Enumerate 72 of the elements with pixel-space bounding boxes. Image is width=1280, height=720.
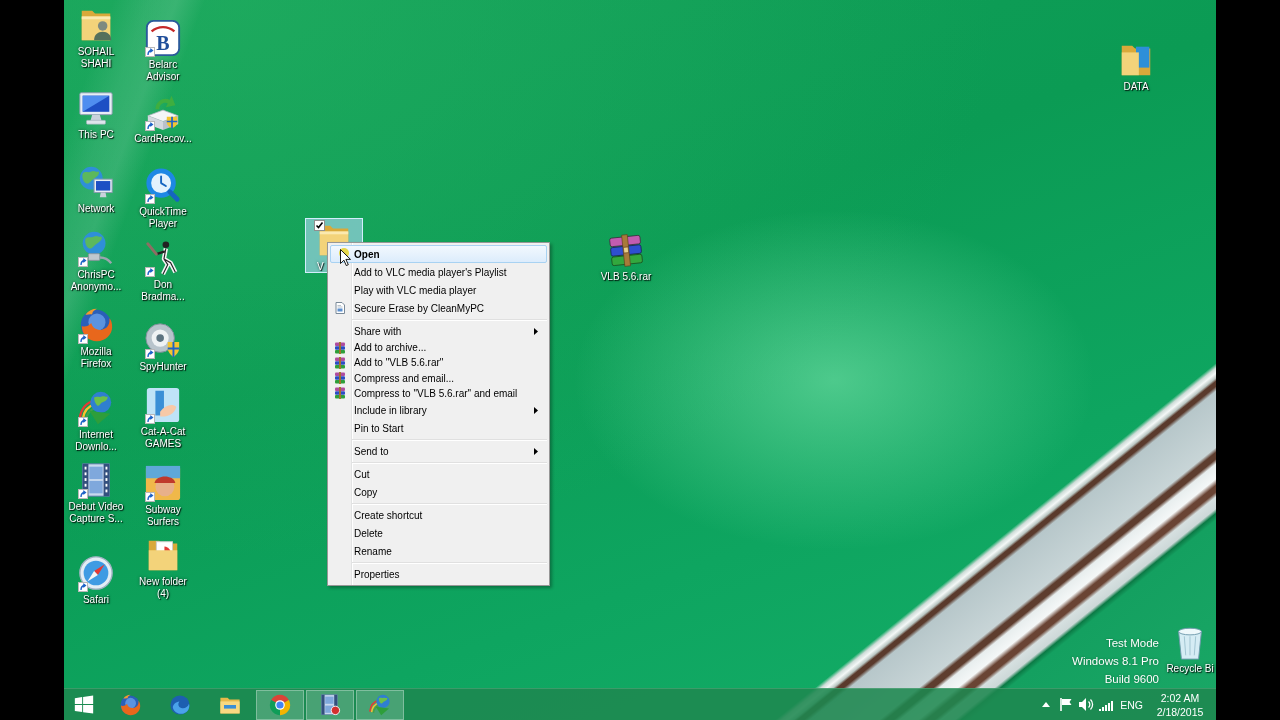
menu-item[interactable]: Rename <box>330 542 547 560</box>
icon-label: CardRecov... <box>134 133 192 145</box>
monitor-icon[interactable] <box>77 89 115 127</box>
icon-label: QuickTime Player <box>138 206 188 230</box>
watermark-text: Build 9600 <box>1104 672 1159 687</box>
menu-item[interactable]: Create shortcut <box>330 506 547 524</box>
icon-label: VLB 5.6.rar <box>600 271 652 283</box>
menu-item[interactable]: Add to VLC media player's Playlist <box>330 263 547 281</box>
stacked-books-icon <box>334 356 346 369</box>
menu-item[interactable]: Copy <box>330 483 547 501</box>
icon-label: Internet Downlo... <box>74 429 118 453</box>
document-icon <box>334 302 346 314</box>
icon-label: New folder (4) <box>138 576 188 600</box>
stacked-books-icon <box>334 341 346 354</box>
menu-item[interactable]: Include in library <box>330 401 547 419</box>
box-arrow-icon[interactable] <box>144 93 182 131</box>
taskbar-button[interactable] <box>306 689 354 720</box>
icon-label: Mozilla Firefox <box>79 346 113 370</box>
flag-icon[interactable] <box>1060 698 1073 711</box>
clock-time[interactable]: 2:02 AM <box>1160 690 1200 705</box>
menu-item[interactable]: Share with <box>330 322 547 340</box>
watermark-text: Windows 8.1 Pro <box>1072 654 1159 669</box>
game-tile-icon[interactable] <box>144 386 182 424</box>
letter-logo-icon[interactable]: B <box>144 19 182 57</box>
stacked-books-icon[interactable] <box>607 231 645 269</box>
menu-item[interactable]: Add to archive... <box>330 340 547 356</box>
cartoon-tile-icon[interactable] <box>144 464 182 502</box>
menu-item[interactable]: Pin to Start <box>330 419 547 437</box>
menu-item[interactable]: Secure Erase by CleanMyPC <box>330 299 547 317</box>
taskbar-button[interactable] <box>256 689 304 720</box>
film-record-icon <box>318 692 342 717</box>
fox-globe-icon <box>118 692 142 717</box>
menu-item[interactable]: Cut <box>330 465 547 483</box>
menu-item[interactable]: Add to "VLB 5.6.rar" <box>330 355 547 371</box>
menu-item[interactable]: Open <box>330 245 547 263</box>
globe-arrow-icon <box>368 692 392 717</box>
icon-label: Subway Surfers <box>144 504 182 528</box>
checkbox[interactable] <box>314 220 325 231</box>
language-indicator[interactable]: ENG <box>1116 698 1147 711</box>
icon-label: Belarc Advisor <box>145 59 181 83</box>
windows-logo-icon <box>73 693 95 716</box>
compass-icon[interactable] <box>77 554 115 592</box>
stacked-books-icon <box>334 372 346 385</box>
clock-ring-icon[interactable] <box>144 166 182 204</box>
icon-label: Safari <box>82 594 110 606</box>
stacked-books-icon <box>334 387 346 400</box>
clock-date[interactable]: 2/18/2015 <box>1156 704 1204 719</box>
icon-label: Network <box>77 203 115 215</box>
watermark-text: Test Mode <box>1105 636 1159 651</box>
speaker-icon[interactable] <box>1078 698 1094 711</box>
menu-item[interactable]: Compress to "VLB 5.6.rar" and email <box>330 385 547 401</box>
icon-label: DATA <box>1123 81 1149 93</box>
menu-item[interactable]: Properties <box>330 565 547 583</box>
icon-label: Don Bradma... <box>140 279 186 303</box>
icon-label: This PC <box>78 129 114 141</box>
icon-label: SOHAIL SHAHI <box>76 46 116 70</box>
icon-label: Recycle Bi <box>1166 663 1214 675</box>
caret-up-icon[interactable] <box>1042 702 1051 707</box>
icon-label: ChrisPC Anonymo... <box>69 269 123 293</box>
swirl-globe-icon <box>168 692 192 717</box>
menu-item[interactable]: Send to <box>330 442 547 460</box>
icon-label: V <box>317 261 324 273</box>
signal-bars-icon[interactable] <box>1099 698 1114 711</box>
icon-label: Cat-A-Cat GAMES <box>139 426 187 450</box>
segmented-ring-icon <box>268 692 292 717</box>
menu-item[interactable]: Play with VLC media player <box>330 281 547 299</box>
icon-label: SpyHunter <box>139 361 187 373</box>
mouse-cursor-icon <box>339 248 351 267</box>
icon-label: Debut Video Capture S... <box>67 501 125 525</box>
menu-item[interactable]: Delete <box>330 524 547 542</box>
menu-item[interactable]: Compress and email... <box>330 370 547 386</box>
shield-sphere-icon[interactable] <box>144 321 182 359</box>
